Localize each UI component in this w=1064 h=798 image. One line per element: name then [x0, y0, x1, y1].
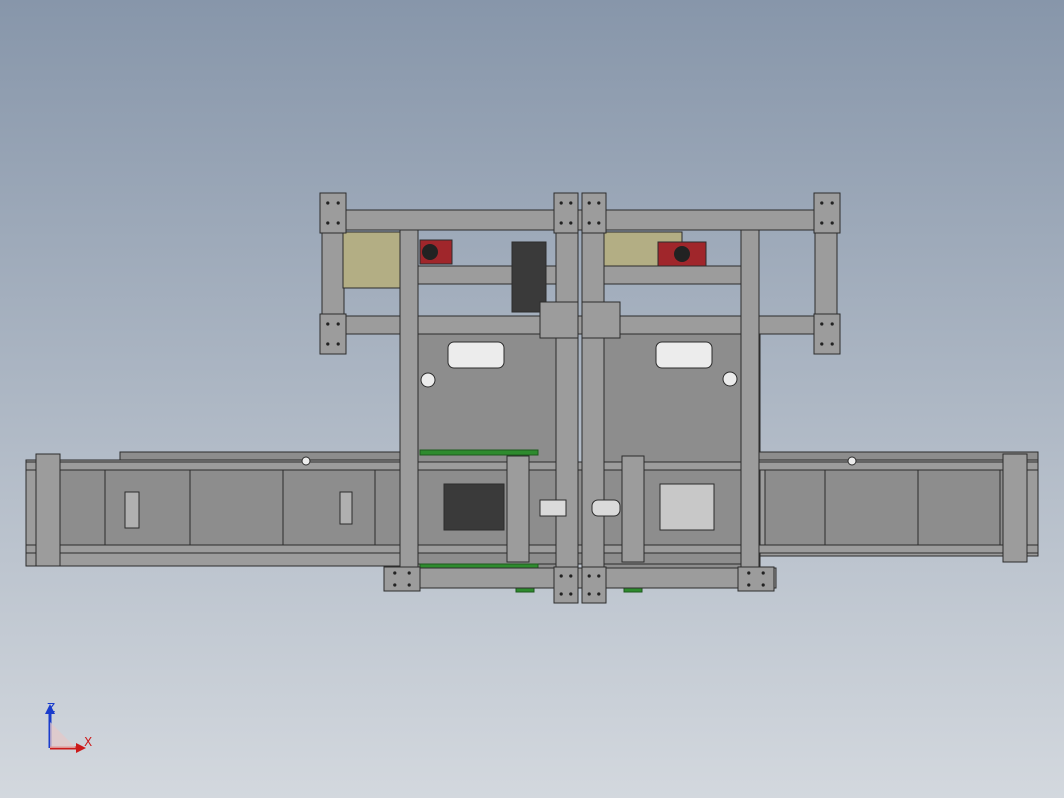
right-bed-panel [764, 469, 1028, 547]
bolt-hole-icon [393, 583, 397, 587]
bolt-hole-icon [830, 201, 834, 205]
left-inner-post [399, 229, 419, 569]
upper-green-rail [419, 449, 539, 456]
bolt-hole-icon [830, 322, 834, 326]
left-motor-shaft [422, 244, 438, 260]
bed-bottom-rail [25, 544, 1039, 554]
bed-hole-left [301, 456, 311, 466]
bed-hole-right [847, 456, 857, 466]
right-clamp-block [581, 301, 621, 339]
left-gripper-jaw [539, 499, 567, 517]
bolt-hole-icon [569, 201, 573, 205]
bolt-hole-icon [761, 571, 765, 575]
bolt-hole-icon [569, 574, 573, 578]
bolt-hole-icon [407, 571, 411, 575]
bolt-hole-icon [597, 221, 601, 225]
bed-top-rail [25, 461, 1039, 471]
bolt-hole-icon [559, 201, 563, 205]
right-standoff [621, 455, 645, 563]
z-axis-label: Z [47, 701, 55, 715]
bolt-hole-icon [820, 201, 824, 205]
right-plate-hole [722, 371, 738, 387]
bolt-hole-icon [569, 221, 573, 225]
bolt-hole-icon [336, 322, 340, 326]
bolt-hole-icon [393, 571, 397, 575]
graphics-viewport[interactable]: Z X [0, 0, 1064, 798]
bolt-hole-icon [830, 342, 834, 346]
left-plate-slot [447, 341, 505, 369]
bolt-hole-icon [559, 574, 563, 578]
bed-slot-far-left [124, 491, 140, 529]
bolt-hole-icon [747, 583, 751, 587]
x-axis-label: X [84, 735, 92, 749]
bolt-hole-icon [559, 592, 563, 596]
bolt-hole-icon [587, 221, 591, 225]
bolt-hole-icon [597, 201, 601, 205]
bed-slot-left [339, 491, 353, 525]
bolt-hole-icon [326, 322, 330, 326]
left-motor-bracket [342, 231, 404, 289]
left-end-cap [35, 453, 61, 567]
bolt-hole-icon [336, 342, 340, 346]
left-standoff [506, 455, 530, 563]
bolt-hole-icon [569, 592, 573, 596]
bolt-hole-icon [597, 592, 601, 596]
center-spine-left [555, 195, 579, 601]
bolt-hole-icon [326, 221, 330, 225]
right-cross-rail [601, 265, 759, 285]
cad-model-canvas[interactable]: Z X [0, 0, 1064, 798]
gripper-assembly [443, 483, 505, 531]
bolt-hole-icon [336, 201, 340, 205]
bolt-hole-icon [326, 342, 330, 346]
bolt-hole-icon [820, 342, 824, 346]
bolt-hole-icon [830, 221, 834, 225]
right-gripper-jaw [591, 499, 621, 517]
bottom-crossbar [383, 567, 777, 589]
bolt-hole-icon [559, 221, 563, 225]
top-frame-rail [321, 209, 837, 231]
bolt-hole-icon [587, 592, 591, 596]
bolt-hole-icon [761, 583, 765, 587]
right-motor-shaft [674, 246, 690, 262]
bolt-hole-icon [587, 201, 591, 205]
bolt-hole-icon [326, 201, 330, 205]
bolt-hole-icon [747, 571, 751, 575]
bolt-hole-icon [820, 221, 824, 225]
right-slide-unit [659, 483, 715, 531]
bolt-hole-icon [597, 574, 601, 578]
bolt-hole-icon [820, 322, 824, 326]
right-end-cap [1002, 453, 1028, 563]
bolt-hole-icon [336, 221, 340, 225]
center-spine-right [581, 195, 605, 601]
left-clamp-block [539, 301, 579, 339]
bolt-hole-icon [407, 583, 411, 587]
left-plate-hole [420, 372, 436, 388]
right-inner-post [740, 229, 760, 569]
right-plate-slot [655, 341, 713, 369]
bolt-hole-icon [587, 574, 591, 578]
